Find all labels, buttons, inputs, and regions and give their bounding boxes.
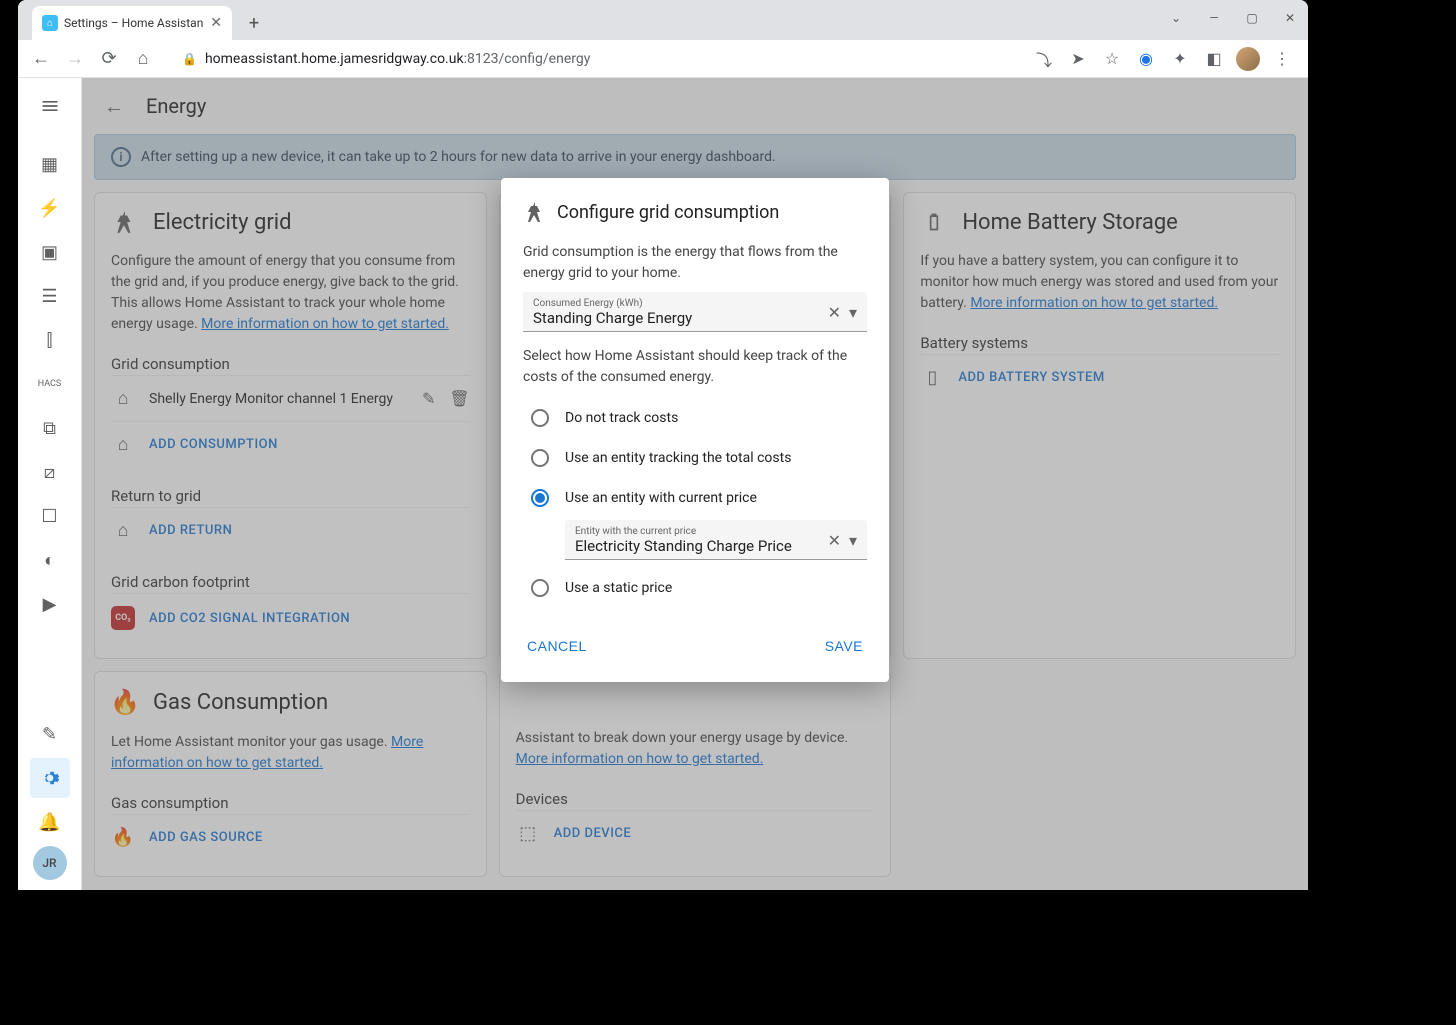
back-button[interactable]: ← — [26, 44, 56, 74]
star-icon[interactable]: ☆ — [1100, 47, 1124, 71]
sidebar: ▦ ⚡ ▣ ☰ ⫿ HACS ⧉ ⧄ ☐ ◐ ▶ ✎ 🔔 JR — [18, 78, 82, 890]
dropdown-icon[interactable]: ▾ — [849, 303, 857, 322]
field-value: Standing Charge Energy — [533, 309, 828, 327]
consumed-energy-select[interactable]: Consumed Energy (kWh) Standing Charge En… — [523, 292, 867, 332]
chevron-down-icon[interactable]: ⌄ — [1166, 8, 1186, 28]
radio-static[interactable]: Use a static price — [523, 568, 867, 608]
field-label: Consumed Energy (kWh) — [533, 298, 828, 309]
field-label: Entity with the current price — [575, 526, 828, 537]
radio-label: Use an entity with current price — [565, 490, 757, 506]
dialog-description: Select how Home Assistant should keep tr… — [523, 346, 867, 388]
energy-icon[interactable]: ⚡ — [30, 188, 70, 228]
cost-tracking-radio-group: Do not track costs Use an entity trackin… — [523, 398, 867, 608]
radio-label: Do not track costs — [565, 410, 678, 426]
radio-entity-total[interactable]: Use an entity tracking the total costs — [523, 438, 867, 478]
install-icon[interactable]: ⤵ — [1032, 47, 1056, 71]
dialog-title-text: Configure grid consumption — [557, 202, 779, 223]
radio-icon — [531, 449, 549, 467]
browser-tab[interactable]: ⌂ Settings – Home Assistan ✕ — [32, 6, 232, 40]
radio-label: Use an entity tracking the total costs — [565, 450, 791, 466]
history-icon[interactable]: ⫿ — [30, 320, 70, 360]
maximize-icon[interactable]: ▢ — [1242, 8, 1262, 28]
onepassword-icon[interactable]: ◉ — [1134, 47, 1158, 71]
radio-icon — [531, 489, 549, 507]
close-window-icon[interactable]: ✕ — [1280, 8, 1300, 28]
price-entity-select[interactable]: Entity with the current price Electricit… — [565, 520, 867, 560]
clear-icon[interactable]: ✕ — [828, 531, 841, 550]
logbook-icon[interactable]: ☰ — [30, 276, 70, 316]
modal-overlay[interactable]: Configure grid consumption Grid consumpt… — [82, 78, 1308, 890]
lock-icon: 🔒 — [182, 52, 197, 66]
favicon-icon: ⌂ — [42, 15, 58, 31]
calendar-icon[interactable]: ☐ — [30, 496, 70, 536]
forward-button[interactable]: → — [60, 44, 90, 74]
notifications-icon[interactable]: 🔔 — [30, 802, 70, 842]
radio-entity-current[interactable]: Use an entity with current price — [523, 478, 867, 518]
map-icon[interactable]: ▣ — [30, 232, 70, 272]
devtools-icon[interactable]: ✎ — [30, 714, 70, 754]
home-button[interactable]: ⌂ — [128, 44, 158, 74]
cancel-button[interactable]: CANCEL — [523, 632, 591, 660]
dashboard-icon[interactable]: ▦ — [30, 144, 70, 184]
radio-icon — [531, 409, 549, 427]
radio-label: Use a static price — [565, 580, 672, 596]
zigbee-icon[interactable]: ◐ — [30, 540, 70, 580]
minimize-icon[interactable]: ― — [1204, 8, 1224, 28]
radio-icon — [531, 579, 549, 597]
dialog-description: Grid consumption is the energy that flow… — [523, 242, 867, 284]
reload-button[interactable]: ⟳ — [94, 44, 124, 74]
hamburger-icon[interactable] — [30, 86, 70, 126]
save-button[interactable]: SAVE — [821, 632, 867, 660]
tab-title: Settings – Home Assistan — [64, 16, 203, 30]
url-field[interactable]: 🔒 homeassistant.home.jamesridgway.co.uk:… — [168, 44, 1016, 74]
menu-icon[interactable]: ⋮ — [1270, 47, 1294, 71]
profile-avatar[interactable] — [1236, 47, 1260, 71]
address-bar: ← → ⟳ ⌂ 🔒 homeassistant.home.jamesridgwa… — [18, 40, 1308, 78]
sidepanel-icon[interactable]: ◧ — [1202, 47, 1226, 71]
terminal-icon[interactable]: ⧄ — [30, 452, 70, 492]
hacs-icon[interactable]: HACS — [30, 364, 70, 404]
close-tab-icon[interactable]: ✕ — [210, 15, 222, 31]
browser-tab-strip: ⌂ Settings – Home Assistan ✕ + ⌄ ― ▢ ✕ — [18, 0, 1308, 40]
configure-grid-dialog: Configure grid consumption Grid consumpt… — [501, 178, 889, 682]
dropdown-icon[interactable]: ▾ — [849, 531, 857, 550]
settings-icon[interactable] — [30, 758, 70, 798]
url-path: :8123/config/energy — [464, 51, 591, 67]
radio-no-track[interactable]: Do not track costs — [523, 398, 867, 438]
clear-icon[interactable]: ✕ — [828, 303, 841, 322]
pylon-icon — [523, 200, 547, 224]
new-tab-button[interactable]: + — [240, 9, 268, 37]
url-domain: homeassistant.home.jamesridgway.co.uk — [205, 51, 464, 67]
vscode-icon[interactable]: ⧉ — [30, 408, 70, 448]
extensions-icon[interactable]: ✦ — [1168, 47, 1192, 71]
media-icon[interactable]: ▶ — [30, 584, 70, 624]
send-icon[interactable]: ➤ — [1066, 47, 1090, 71]
field-value: Electricity Standing Charge Price — [575, 537, 828, 555]
user-badge[interactable]: JR — [33, 846, 67, 880]
